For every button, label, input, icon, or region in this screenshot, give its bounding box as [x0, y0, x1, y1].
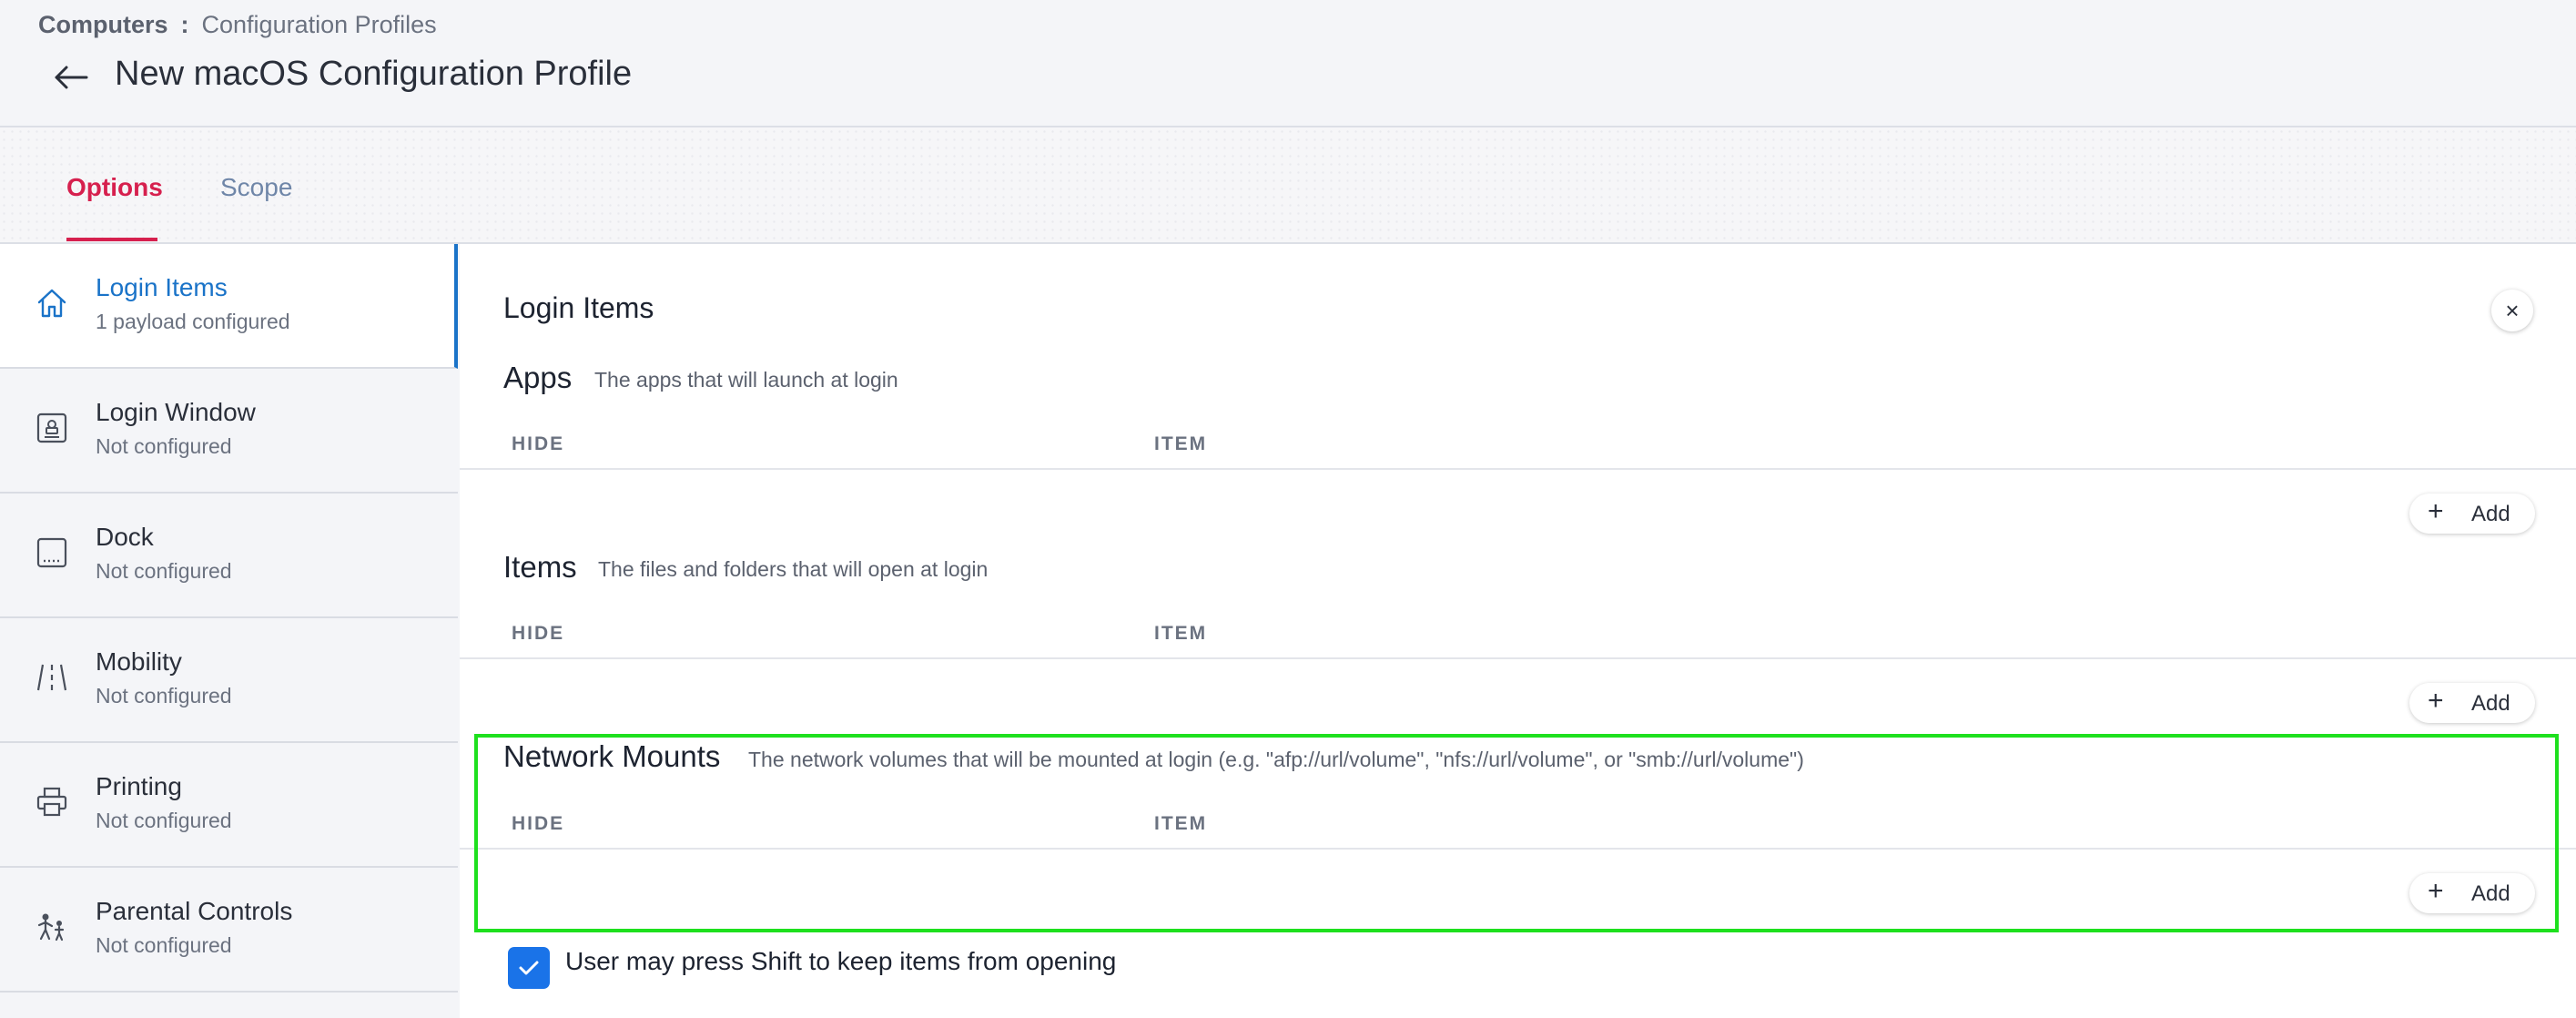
sidebar-item-label: Printing — [96, 772, 182, 800]
add-button-label: Add — [2471, 691, 2510, 716]
payload-title: Login Items — [503, 291, 654, 324]
column-header-hide: HIDE — [512, 623, 565, 644]
home-icon — [37, 289, 66, 318]
column-header-item: ITEM — [1154, 623, 1208, 644]
parental-controls-icon — [37, 913, 65, 942]
sidebar-item-printing[interactable]: Printing Not configured — [0, 743, 458, 868]
plus-icon: + — [2428, 876, 2444, 906]
breadcrumb: Computers: Configuration Profiles — [38, 11, 437, 39]
dock-icon — [36, 537, 67, 568]
payload-editor: Login Items × Apps The apps that will la… — [460, 244, 2576, 1018]
column-header-item: ITEM — [1154, 813, 1208, 834]
sidebar-item-label: Login Items — [96, 273, 228, 301]
sidebar-item-mobility[interactable]: Mobility Not configured — [0, 618, 458, 743]
checkmark-icon — [519, 961, 539, 975]
sidebar-item-label: Mobility — [96, 647, 182, 676]
login-window-icon — [36, 412, 67, 443]
table-divider — [460, 657, 2576, 659]
add-button-label: Add — [2471, 502, 2510, 526]
sidebar-item-status: 1 payload configured — [96, 310, 290, 333]
breadcrumb-current: Configuration Profiles — [201, 11, 437, 38]
column-header-item: ITEM — [1154, 433, 1208, 454]
plus-icon: + — [2428, 686, 2444, 716]
add-network-mount-button[interactable]: + Add — [2409, 873, 2535, 913]
close-icon: × — [2505, 296, 2520, 324]
page-header: Computers: Configuration Profiles New mac… — [0, 0, 2576, 127]
close-payload-button[interactable]: × — [2491, 290, 2533, 331]
sidebar-item-status: Not configured — [96, 933, 232, 957]
sidebar-item-parental-controls[interactable]: Parental Controls Not configured — [0, 868, 458, 993]
shift-keep-items-checkbox[interactable] — [508, 947, 550, 989]
section-title-apps: Apps — [503, 361, 573, 394]
column-header-hide: HIDE — [512, 813, 565, 834]
page-title: New macOS Configuration Profile — [115, 55, 633, 93]
section-description-apps: The apps that will launch at login — [594, 368, 898, 392]
column-header-hide: HIDE — [512, 433, 565, 454]
add-button-label: Add — [2471, 881, 2510, 906]
payload-sidebar: Login Items 1 payload configured Login W… — [0, 244, 458, 1018]
sidebar-item-status: Not configured — [96, 434, 232, 458]
section-title-items: Items — [503, 550, 577, 584]
plus-icon: + — [2428, 496, 2444, 526]
sidebar-item-status: Not configured — [96, 684, 232, 708]
mobility-icon — [36, 664, 67, 691]
sidebar-item-label: Dock — [96, 523, 154, 551]
table-divider — [460, 848, 2576, 850]
sidebar-item-status: Not configured — [96, 559, 232, 583]
sidebar-item-label: Login Window — [96, 398, 256, 426]
section-title-network-mounts: Network Mounts — [503, 739, 721, 773]
sidebar-item-status: Not configured — [96, 809, 232, 832]
sidebar-item-label: Parental Controls — [96, 897, 293, 925]
tab-bar: Options Scope — [0, 127, 2576, 244]
breadcrumb-computers[interactable]: Computers — [38, 11, 168, 38]
active-tab-indicator — [66, 238, 157, 241]
add-app-button[interactable]: + Add — [2409, 494, 2535, 534]
back-arrow-icon[interactable] — [53, 64, 89, 91]
shift-keep-items-label: User may press Shift to keep items from … — [565, 947, 1117, 975]
sidebar-item-login-items[interactable]: Login Items 1 payload configured — [0, 244, 458, 369]
printer-icon — [36, 787, 67, 817]
tab-options[interactable]: Options — [66, 173, 163, 202]
section-description-network-mounts: The network volumes that will be mounted… — [748, 748, 1804, 771]
table-divider — [460, 468, 2576, 470]
sidebar-item-login-window[interactable]: Login Window Not configured — [0, 369, 458, 494]
tab-scope[interactable]: Scope — [220, 173, 292, 202]
add-item-button[interactable]: + Add — [2409, 683, 2535, 723]
section-description-items: The files and folders that will open at … — [598, 557, 989, 581]
breadcrumb-separator: : — [180, 11, 189, 38]
sidebar-item-dock[interactable]: Dock Not configured — [0, 494, 458, 618]
